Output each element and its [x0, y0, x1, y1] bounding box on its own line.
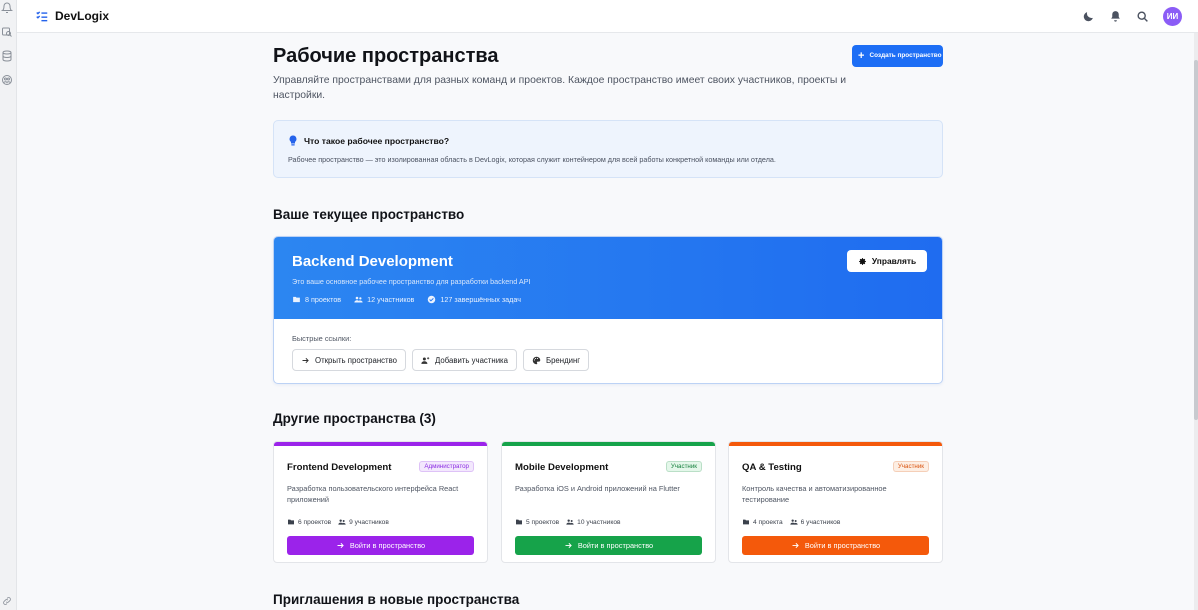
bell-icon[interactable]	[1109, 10, 1122, 23]
database-icon[interactable]	[1, 50, 13, 62]
enter-workspace-button[interactable]: Войти в пространство	[742, 536, 929, 555]
stat-members: 9 участников	[338, 518, 389, 526]
quick-links-label: Быстрые ссылки:	[292, 334, 352, 343]
role-badge: Администратор	[419, 461, 474, 472]
current-workspace-name: Backend Development	[292, 253, 453, 270]
stat-projects: 4 проекта	[742, 518, 783, 526]
stat-projects: 8 проектов	[292, 295, 341, 304]
left-rail	[0, 0, 17, 610]
list-check-icon	[35, 9, 49, 23]
stat-projects: 5 проектов	[515, 518, 559, 526]
enter-workspace-button[interactable]: Войти в пространство	[287, 536, 474, 555]
moon-icon[interactable]	[1082, 10, 1095, 23]
workspace-stats: 4 проекта 6 участников	[742, 518, 840, 526]
page-description: Управляйте пространствами для разных ком…	[273, 75, 847, 101]
add-member-button[interactable]: Добавить участника	[412, 349, 517, 371]
stat-projects: 6 проектов	[287, 518, 331, 526]
branding-button[interactable]: Брендинг	[522, 349, 590, 371]
current-workspace-card: Backend Development Это ваше основное ра…	[273, 236, 943, 384]
palette-icon	[532, 356, 541, 364]
stat-members: 12 участников	[354, 295, 414, 304]
app-name: DevLogix	[55, 9, 110, 23]
workspace-card-mobile: Mobile Development Участник Разработка i…	[501, 441, 716, 563]
card-accent-bar	[274, 442, 487, 446]
workspace-name: QA & Testing	[742, 462, 802, 473]
folder-icon	[516, 519, 522, 525]
role-badge: Участник	[892, 461, 929, 472]
workspace-description: Разработка пользовательского интерфейса …	[287, 484, 459, 504]
stat-tasks: 127 завершённых задач	[427, 295, 521, 304]
current-workspace-description: Это ваше основное рабочее пространство д…	[292, 277, 531, 286]
stat-members: 10 участников	[566, 518, 621, 526]
current-section-title: Ваше текущее пространство	[273, 207, 465, 222]
folder-icon	[288, 519, 294, 525]
workspace-description: Контроль качества и автоматизированное т…	[742, 484, 887, 504]
check-circle-icon	[428, 295, 436, 304]
create-workspace-button[interactable]: + Создать пространство	[852, 45, 943, 67]
users-icon	[354, 296, 363, 303]
gear-icon	[859, 257, 866, 265]
card-accent-bar	[729, 442, 942, 446]
users-circle-icon[interactable]	[1, 74, 13, 86]
user-plus-icon	[421, 356, 430, 364]
info-box: Что такое рабочее пространство? Рабочее …	[273, 120, 943, 178]
arrow-right-icon	[792, 542, 799, 549]
avatar[interactable]: ИИ	[1163, 7, 1182, 26]
page-title: Рабочие пространства	[273, 45, 499, 67]
search-icon[interactable]	[1136, 10, 1149, 23]
workspace-stats: 6 проектов 9 участников	[287, 518, 389, 526]
manage-button[interactable]: Управлять	[847, 250, 927, 272]
stat-members: 6 участников	[789, 518, 840, 526]
search-doc-icon[interactable]	[1, 26, 13, 38]
current-workspace-stats: 8 проектов 12 участников 127 завершённых…	[292, 295, 521, 304]
workspace-stats: 5 проектов 10 участников	[515, 518, 621, 526]
folder-icon	[743, 519, 749, 525]
top-bar: DevLogix ИИ	[17, 0, 1198, 33]
quick-links: Открыть пространство Добавить участника …	[292, 349, 590, 371]
arrow-right-icon	[565, 542, 572, 549]
invites-section-title: Приглашения в новые пространства	[273, 592, 520, 607]
workspace-description: Разработка iOS и Android приложений на F…	[515, 484, 680, 493]
scrollbar-thumb[interactable]	[1194, 60, 1198, 420]
role-badge: Участник	[665, 461, 702, 472]
arrow-right-icon	[302, 357, 309, 363]
other-workspaces-title: Другие пространства (3)	[273, 411, 436, 426]
plus-icon: +	[858, 50, 865, 62]
create-workspace-label: Создать пространство	[869, 52, 942, 59]
workspace-name: Frontend Development	[287, 462, 392, 473]
info-text: Рабочее пространство — это изолированная…	[288, 155, 776, 164]
lightbulb-icon	[288, 135, 298, 147]
users-icon	[789, 519, 798, 525]
card-accent-bar	[502, 442, 715, 446]
arrow-right-icon	[337, 542, 344, 549]
brand[interactable]: DevLogix	[35, 9, 109, 23]
enter-workspace-button[interactable]: Войти в пространство	[515, 536, 702, 555]
users-icon	[338, 519, 346, 525]
workspace-card-frontend: Frontend Development Администратор Разра…	[273, 441, 488, 563]
users-icon	[566, 519, 574, 525]
workspace-card-qa: QA & Testing Участник Контроль качества …	[728, 441, 943, 563]
open-workspace-button[interactable]: Открыть пространство	[292, 349, 406, 371]
bell-outline-icon[interactable]	[1, 2, 13, 14]
topbar-actions: ИИ	[1082, 7, 1182, 26]
workspace-name: Mobile Development	[515, 462, 609, 473]
info-title: Что такое рабочее пространство?	[304, 136, 450, 146]
link-icon[interactable]	[2, 596, 12, 606]
current-workspace-header: Backend Development Это ваше основное ра…	[274, 237, 942, 319]
folder-icon	[293, 296, 300, 303]
